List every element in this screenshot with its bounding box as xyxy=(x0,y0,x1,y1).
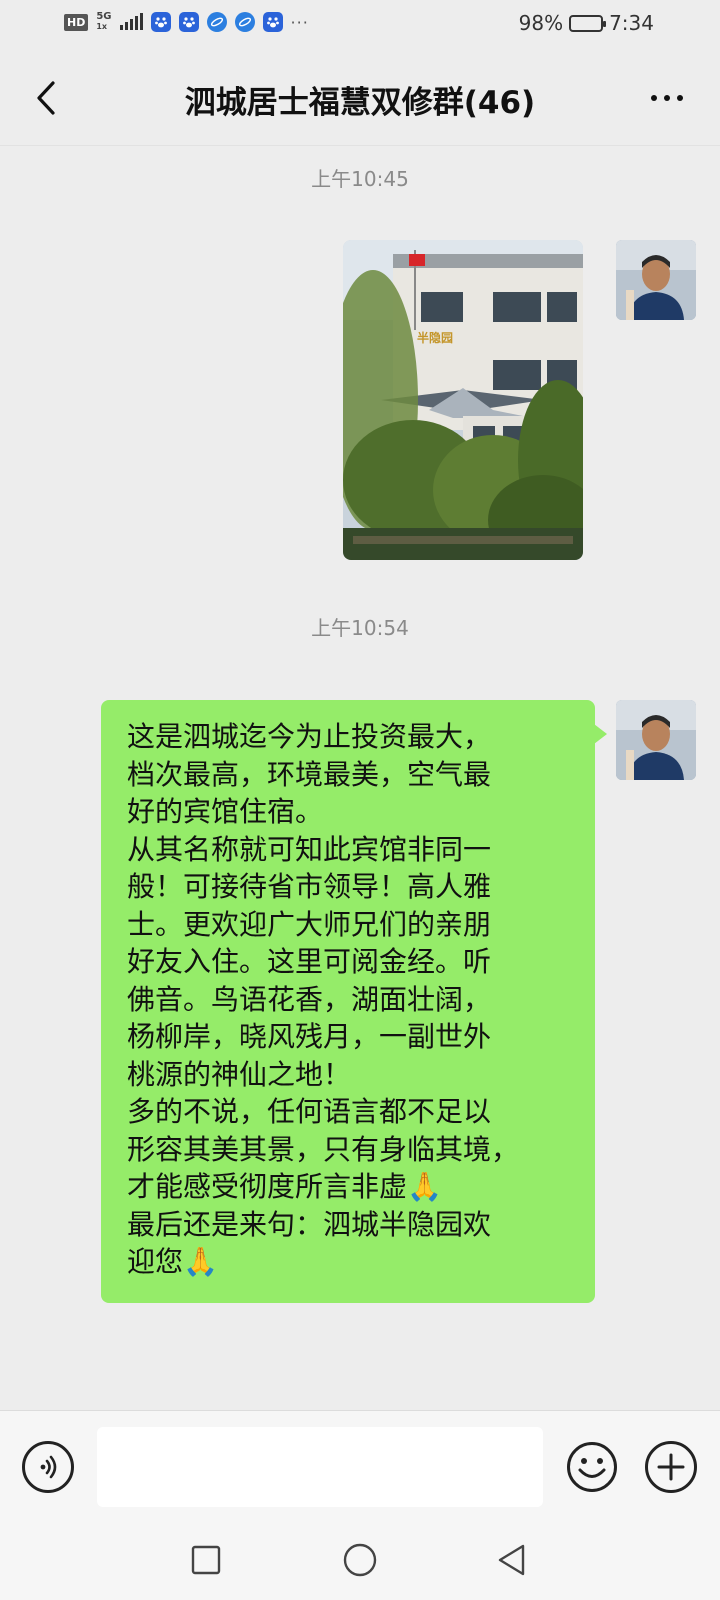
message-text-line: 佛音。鸟语花香，湖面壮阔， xyxy=(127,982,492,1016)
signal-icon xyxy=(119,13,143,30)
chat-title: 泗城居士福慧双修群(46) xyxy=(184,85,536,121)
message-text-line: 桃源的神仙之地！ xyxy=(127,1057,352,1091)
avatar-photo xyxy=(616,240,696,320)
network-label: 5G 1x xyxy=(96,12,111,32)
network-sub: 1x xyxy=(96,22,108,31)
status-bar: HD 5G 1x ··· 98% 7:34 xyxy=(0,0,720,50)
system-nav-bar xyxy=(0,1520,720,1600)
network-type: 5G xyxy=(96,11,112,22)
more-notifications: ··· xyxy=(290,12,309,32)
hotel-photo: 半隐园 xyxy=(343,240,583,560)
square-icon xyxy=(191,1545,221,1575)
message-text-line: 最后还是来句：泗城半隐园欢 xyxy=(127,1207,492,1241)
chat-header: 泗城居士福慧双修群(46) xyxy=(0,50,720,146)
message-input[interactable] xyxy=(97,1427,543,1507)
status-right: 98% 7:34 xyxy=(519,11,654,35)
status-left: HD 5G 1x ··· xyxy=(64,12,309,32)
browser-app-icon xyxy=(234,12,255,32)
plus-button[interactable] xyxy=(645,1441,697,1493)
message-text-line: 多的不说，任何语言都不足以 xyxy=(127,1095,492,1128)
image-message[interactable]: 半隐园 xyxy=(343,240,583,560)
circle-icon xyxy=(343,1543,377,1577)
more-button[interactable] xyxy=(642,76,692,120)
emoji-button[interactable] xyxy=(566,1441,618,1493)
baidu-app-icon xyxy=(262,12,283,32)
message-text-line: 形容其美其景，只有身临其境， xyxy=(127,1132,520,1166)
chat-area[interactable]: 上午10:45 半隐园 上午10:54 这是泗城迄今为止投资最大， 档次最高，环… xyxy=(0,146,720,1410)
more-dot xyxy=(677,95,683,101)
avatar[interactable] xyxy=(616,700,696,780)
back-nav-button[interactable] xyxy=(472,1520,552,1600)
message-text-line: 好友入住。这里可阅金经。听 xyxy=(127,945,492,978)
text-message-bubble[interactable]: 这是泗城迄今为止投资最大， 档次最高，环境最美，空气最 好的宾馆住宿。从其名称就可知… xyxy=(101,700,607,1303)
message-timestamp: 上午10:54 xyxy=(311,616,409,640)
browser-app-icon xyxy=(206,12,227,32)
avatar[interactable] xyxy=(616,240,696,320)
avatar-photo xyxy=(616,700,696,780)
baidu-app-icon xyxy=(150,12,171,32)
message-text-line: 档次最高，环境最美，空气最 xyxy=(127,757,492,791)
clock: 7:34 xyxy=(609,11,654,35)
hd-badge: HD xyxy=(64,13,89,31)
voice-icon xyxy=(40,1455,57,1479)
message-timestamp: 上午10:45 xyxy=(311,167,409,191)
message-text-line: 才能感受彻度所言非虚🙏 xyxy=(127,1170,442,1203)
battery-percent: 98% xyxy=(518,11,564,35)
home-button[interactable] xyxy=(320,1520,400,1600)
emoji-icon xyxy=(567,1442,617,1492)
input-bar xyxy=(0,1410,720,1520)
message-text-line: 杨柳岸，晓风残月，一副世外 xyxy=(127,1020,492,1053)
more-dot xyxy=(651,95,657,101)
message-text-line: 士。更欢迎广大师兄们的亲朋 xyxy=(127,907,492,941)
message-text-line: 这是泗城迄今为止投资最大， xyxy=(127,720,492,753)
message-text-line: 迎您🙏 xyxy=(127,1245,218,1278)
message-text-line: 从其名称就可知此宾馆非同一 xyxy=(127,832,492,866)
more-dot xyxy=(664,95,670,101)
plus-icon xyxy=(657,1453,685,1481)
message-text-line: 般！可接待省市领导！高人雅 xyxy=(127,870,492,903)
triangle-back-icon xyxy=(498,1544,525,1576)
message-text-line: 好的宾馆住宿。 xyxy=(127,795,324,828)
baidu-app-icon xyxy=(178,12,199,32)
voice-button[interactable] xyxy=(22,1441,74,1493)
battery-icon xyxy=(569,14,607,32)
recent-apps-button[interactable] xyxy=(166,1520,246,1600)
hotel-sign: 半隐园 xyxy=(417,330,453,345)
